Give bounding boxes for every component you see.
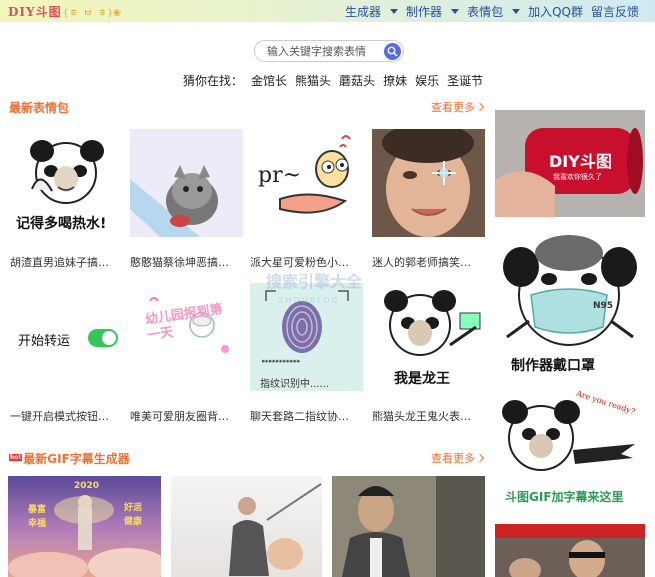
svg-text:▸▸▸▸▸▸▸▸▸▸▸: ▸▸▸▸▸▸▸▸▸▸▸ <box>262 357 301 365</box>
keyword-link[interactable]: 蘑菇头 <box>339 72 375 88</box>
gif-thumbnail[interactable]: 2020 暴富 好运 幸福 健康 <box>8 476 161 577</box>
suggested-label: 猜你在找： <box>183 74 244 88</box>
site-logo[interactable]: DIY斗图 <box>8 3 62 20</box>
emoji-caption[interactable]: 熊猫头龙王鬼火表… <box>372 408 490 424</box>
nav-join-qq-group[interactable]: 加入QQ群 <box>528 3 583 20</box>
emoji-thumbnail[interactable]: 开始转运 <box>10 283 123 391</box>
section-title-gif: hot 最新GIF字幕生成器 <box>9 452 130 466</box>
emoji-caption[interactable]: 聊天套路二指纹协… <box>250 408 368 424</box>
chevron-right-icon <box>475 102 485 112</box>
top-bar: DIY斗图 (ㅎ ㅂ ㅎ)❀ 生成器 制作器 表情包 加入QQ群 留言反馈 <box>0 0 655 22</box>
chevron-down-icon <box>390 8 399 14</box>
emoji-image-text: 指纹识别中...... <box>260 379 330 390</box>
gif-thumbnail[interactable] <box>171 476 322 577</box>
emoji-caption[interactable]: 一键开启模式按钮… <box>10 408 128 424</box>
emoji-caption[interactable]: 唯美可爱朋友圈背… <box>130 408 248 424</box>
gif-thumbnail[interactable] <box>332 476 485 577</box>
side-banner-diy[interactable]: DIY斗图 我喜欢你很久了 <box>495 110 645 217</box>
emoji-thumbnail[interactable]: 记得多喝热水! <box>10 129 123 237</box>
side-banner-mask[interactable]: N95 制作器戴口罩 <box>495 229 645 377</box>
nav-generator[interactable]: 生成器 <box>345 3 399 20</box>
view-more-link[interactable]: 查看更多 <box>431 450 485 466</box>
toggle-switch <box>88 329 118 347</box>
nav-maker[interactable]: 制作器 <box>406 3 460 20</box>
main-nav: 生成器 制作器 表情包 加入QQ群 留言反馈 <box>337 0 655 22</box>
hot-badge: hot <box>9 454 23 461</box>
watermark: 搜索引擎大全 ZHOUBLOG <box>266 272 363 305</box>
emoji-caption[interactable]: 憨憨猫蔡徐坤恶搞… <box>130 254 248 270</box>
suggested-keywords: 猜你在找： 金馆长 熊猫头 蘑菇头 撩妹 娱乐 圣诞节 <box>183 72 487 88</box>
emoji-thumbnail[interactable]: pr~ <box>250 129 363 237</box>
emoji-image-text: 开始转运 <box>18 334 71 349</box>
emoji-thumbnail[interactable]: 幼儿园报到第一天 <box>130 283 243 391</box>
search-box <box>254 40 404 62</box>
chevron-down-icon <box>512 8 521 14</box>
chevron-down-icon <box>451 8 460 14</box>
emoji-image-text: 记得多喝热水! <box>16 216 107 232</box>
side-banner-gif[interactable]: Are you ready? 斗图GIF加字幕来这里 <box>495 388 645 510</box>
search-input[interactable] <box>267 44 379 58</box>
keyword-link[interactable]: 圣诞节 <box>447 72 483 88</box>
keyword-link[interactable]: 娱乐 <box>415 72 439 88</box>
search-button[interactable] <box>384 43 401 60</box>
keyword-link[interactable]: 撩妹 <box>383 72 407 88</box>
chevron-right-icon <box>475 453 485 463</box>
emoji-thumbnail[interactable] <box>372 129 485 237</box>
section-title-latest: 最新表情包 <box>9 101 70 115</box>
nav-emoji-pack[interactable]: 表情包 <box>467 3 521 20</box>
emoji-image-text: pr~ <box>258 163 302 188</box>
keyword-link[interactable]: 熊猫头 <box>295 72 331 88</box>
logo-decoration: (ㅎ ㅂ ㅎ)❀ <box>64 8 123 19</box>
view-more-link[interactable]: 查看更多 <box>431 99 485 115</box>
nav-feedback[interactable]: 留言反馈 <box>591 3 639 20</box>
emoji-caption[interactable]: 迷人的郭老师搞笑… <box>372 254 490 270</box>
search-icon <box>387 46 398 57</box>
emoji-thumbnail[interactable] <box>130 129 243 237</box>
emoji-image-text: 我是龙王 <box>394 371 450 387</box>
side-banner-photo[interactable] <box>495 524 645 577</box>
emoji-caption[interactable]: 胡渣直男追妹子搞… <box>10 254 128 270</box>
emoji-thumbnail[interactable]: 我是龙王 <box>372 283 485 391</box>
keyword-link[interactable]: 金馆长 <box>251 72 287 88</box>
